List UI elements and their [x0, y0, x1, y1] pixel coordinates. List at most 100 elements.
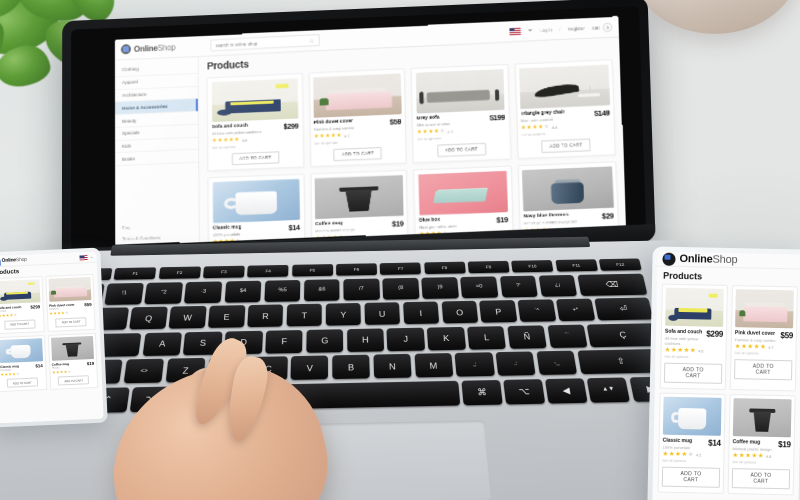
key-6[interactable]: &6 [303, 278, 340, 301]
key-1[interactable]: !1 [104, 282, 144, 305]
key-0[interactable]: =0 [460, 275, 499, 298]
key-o[interactable]: O [441, 300, 479, 324]
key-space[interactable]: ⌫ [577, 273, 648, 296]
key-4[interactable]: $4 [224, 280, 262, 303]
key-space[interactable]: Ç [586, 322, 660, 347]
product-card[interactable]: Sofa and couch All blue $299 ★★★★★ ADD T… [0, 276, 45, 334]
key-q[interactable]: Q [129, 306, 168, 330]
key-f5[interactable]: F5 [291, 264, 333, 277]
key-f3[interactable]: F3 [203, 265, 245, 279]
add-to-cart-button[interactable]: ADD TO CART [733, 359, 793, 381]
key-2[interactable]: "2 [144, 281, 184, 304]
key-7[interactable]: /7 [343, 278, 380, 300]
key-space[interactable]: Ñ [507, 324, 547, 349]
add-to-cart-button[interactable]: ADD TO CART [541, 138, 592, 153]
key-space[interactable]: ¿¡ [538, 274, 578, 297]
key-p[interactable]: P [479, 300, 518, 323]
add-to-cart-button[interactable]: ADD TO CART [731, 468, 791, 490]
product-card[interactable]: Pink duvet cover Fashion & cosy combo $5… [308, 68, 407, 168]
cart-button[interactable]: cart 0 [592, 22, 613, 32]
add-to-cart-button[interactable]: ADD TO CART [436, 142, 487, 157]
key-space[interactable]: ,; [454, 352, 495, 377]
product-description: 100% porcelain [662, 444, 691, 450]
add-to-cart-button[interactable]: ADD TO CART [661, 466, 721, 488]
key-space[interactable]: ▲▼ [587, 376, 630, 403]
product-image [312, 73, 401, 118]
reviews-link[interactable]: See all opinions [732, 460, 790, 465]
key-f4[interactable]: F4 [247, 264, 289, 278]
key-5[interactable]: %5 [264, 279, 301, 302]
product-card[interactable]: Pink duvet cover Fashion & cosy combo $5… [729, 285, 798, 392]
tablet-brand-logo[interactable]: OnlineShop [662, 252, 738, 267]
key-f1[interactable]: F1 [113, 267, 157, 280]
chevron-down-icon[interactable] [90, 256, 93, 258]
add-to-cart-button[interactable]: ADD TO CART [58, 375, 90, 386]
key-f10[interactable]: F10 [511, 260, 554, 273]
phone-device[interactable]: OnlineShop Products Sofa and couch All b… [0, 247, 108, 428]
add-to-cart-button[interactable]: ADD TO CART [333, 147, 383, 161]
product-card[interactable]: Classic mug 100% porcelain $14 ★★★★★4.2 … [207, 173, 306, 242]
product-card[interactable]: Classic mug Porcelain $14 ★ ★ ★ ★ ★ ADD TO C… [0, 334, 47, 393]
product-card[interactable]: Classic mug 100% porcelain $14 ★★★★★4.2 … [657, 392, 726, 494]
key-3[interactable]: ·3 [184, 280, 223, 303]
key-space[interactable]: `^ [517, 299, 557, 322]
key-space[interactable]: +* [556, 298, 596, 322]
key-9[interactable]: )9 [421, 276, 459, 299]
key-f8[interactable]: F8 [423, 261, 466, 275]
add-to-cart-button[interactable]: ADD TO CART [4, 318, 36, 330]
phone-brand-logo[interactable]: OnlineShop [0, 257, 26, 264]
key-f6[interactable]: F6 [336, 263, 377, 276]
key-space[interactable]: ´¨ [547, 324, 588, 348]
key-f9[interactable]: F9 [467, 260, 510, 274]
key-space[interactable]: ◀ [545, 377, 588, 404]
key-k[interactable]: K [427, 326, 466, 350]
key-space[interactable]: ⌥ [503, 378, 546, 404]
key-f12[interactable]: F12 [598, 258, 642, 271]
add-to-cart-button[interactable]: ADD TO CART [231, 151, 280, 166]
key-space[interactable]: ?' [499, 275, 538, 297]
product-image [0, 279, 40, 305]
key-space[interactable]: ⌘ [461, 379, 503, 405]
product-card[interactable]: Coffee mug Minimal plastic design $19 ★★… [727, 394, 796, 496]
key-t[interactable]: T [286, 303, 323, 327]
key-r[interactable]: R [247, 304, 284, 328]
tablet-device[interactable]: OnlineShop Products Sofa and couch All b… [647, 246, 800, 500]
key-w[interactable]: W [168, 305, 207, 329]
product-card[interactable]: Coffee mug Plastic $19 ★ ★ ★ ★ ★ ADD TO CART [47, 332, 99, 391]
reviews-link[interactable]: See all opinions [735, 351, 793, 356]
key-space[interactable]: ⏎ [594, 297, 654, 321]
us-flag-icon[interactable] [79, 254, 88, 260]
register-link[interactable]: Register [568, 25, 585, 31]
rating-value: 4.4 [551, 125, 558, 130]
search-input[interactable] [215, 38, 310, 48]
add-to-cart-button[interactable]: ADD TO CART [55, 316, 87, 328]
brand-logo[interactable]: OnlineShop [120, 41, 205, 55]
chevron-down-icon[interactable] [528, 29, 533, 32]
product-card[interactable]: Coffee mug Minimal plastic design $19 ★★… [309, 169, 410, 242]
product-card[interactable]: Sofa and couch All blue with yellow cush… [206, 73, 304, 172]
key-f7[interactable]: F7 [380, 262, 422, 275]
add-to-cart-button[interactable]: ADD TO CART [6, 377, 38, 389]
key-i[interactable]: I [402, 301, 440, 325]
product-card[interactable]: Triangle grey chair Maximum comfort $149… [514, 59, 617, 160]
key-e[interactable]: E [208, 305, 245, 328]
reviews-link[interactable]: See all opinions [662, 459, 720, 464]
us-flag-icon[interactable] [509, 27, 522, 35]
reviews-link[interactable]: See all opinions [664, 355, 722, 360]
login-link[interactable]: Log in [540, 27, 553, 33]
key-m[interactable]: M [414, 352, 454, 378]
key-space[interactable]: -_ [536, 350, 578, 375]
key-l[interactable]: L [467, 325, 507, 350]
product-card[interactable]: Pink duvet cover Fashion $59 ★ ★ ★ ★ ★ ADD T… [44, 273, 96, 332]
key-u[interactable]: U [364, 302, 401, 325]
product-card[interactable]: Grey sofa Mini space of relax $199 ★ ★ ★ ★ ★… [410, 63, 511, 164]
key-space[interactable]: .: [495, 351, 537, 376]
key-f2[interactable]: F2 [158, 266, 201, 279]
add-to-cart-button[interactable]: ADD TO CART [663, 362, 723, 384]
key-y[interactable]: Y [325, 302, 362, 326]
key-f11[interactable]: F11 [555, 259, 598, 272]
search-bar[interactable] [210, 34, 320, 52]
product-card[interactable]: Sofa and couch All blue with yellow cush… [659, 283, 728, 390]
key-8[interactable]: (8 [382, 277, 420, 300]
